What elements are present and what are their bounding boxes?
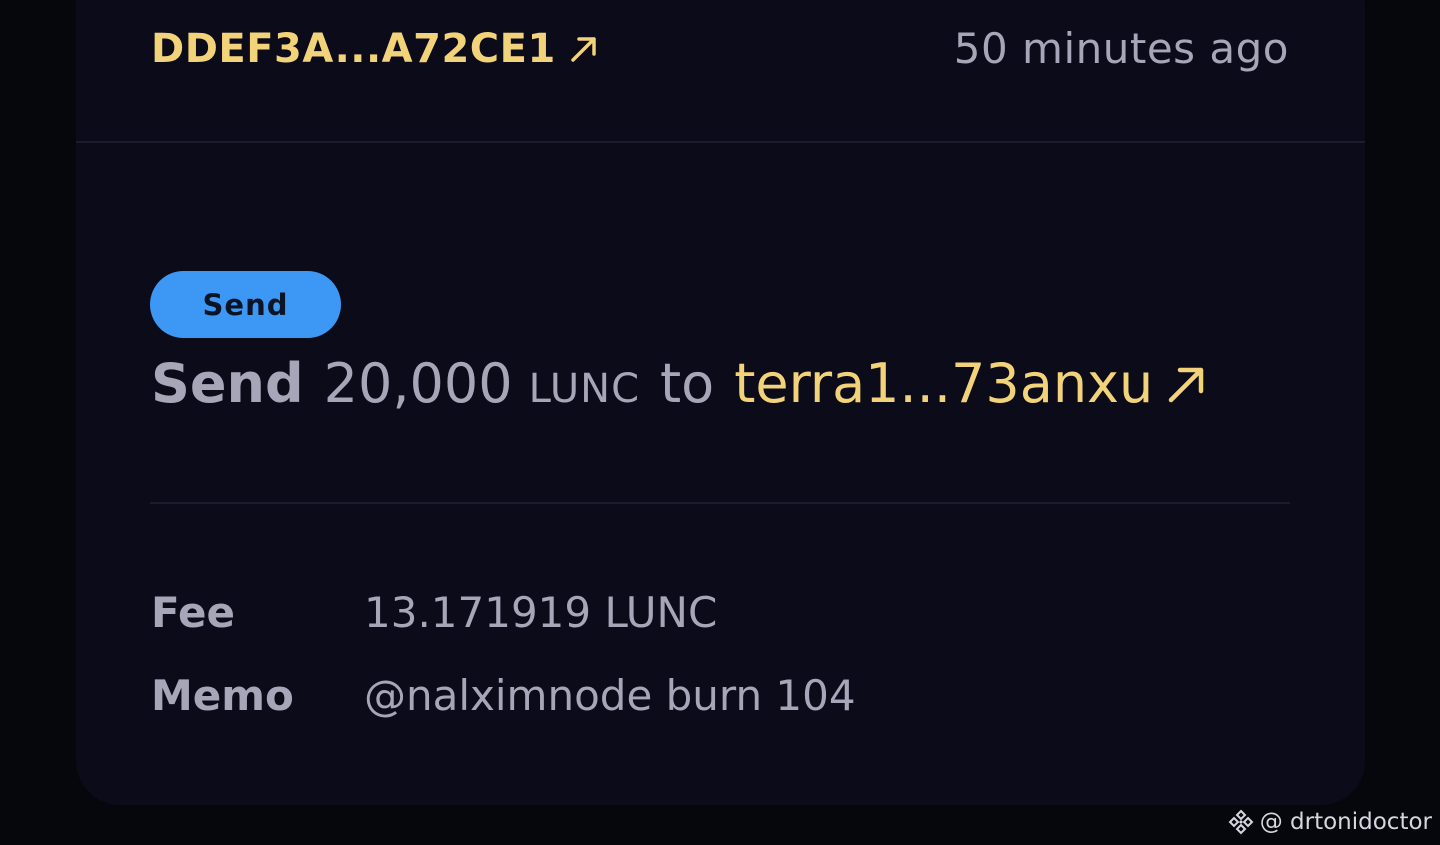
fee-value: 13.171919 LUNC [364,588,718,637]
watermark: @ drtonidoctor [1228,809,1432,835]
external-link-arrow-icon [568,33,600,65]
msg-denom: LUNC [528,366,640,412]
tx-hash-link[interactable]: DDEF3A...A72CE1 [151,26,600,72]
message-summary: Send 20,000 LUNC to terra1...73anxu [151,352,1209,415]
recipient-address: terra1...73anxu [734,352,1154,415]
tx-timestamp: 50 minutes ago [953,24,1289,73]
memo-row: Memo @nalximnode burn 104 [151,671,856,720]
tx-hash: DDEF3A...A72CE1 [151,26,556,72]
memo-label: Memo [151,671,294,720]
memo-value: @nalximnode burn 104 [364,671,856,720]
msg-action: Send [151,352,304,415]
section-divider [150,502,1290,504]
msg-type-badge: Send [150,271,341,338]
recipient-address-link[interactable]: terra1...73anxu [734,352,1209,415]
fee-label: Fee [151,588,235,637]
card-header: DDEF3A...A72CE1 50 minutes ago [76,0,1365,143]
watermark-handle: @ drtonidoctor [1259,809,1432,835]
fee-row: Fee 13.171919 LUNC [151,588,717,637]
transaction-card: DDEF3A...A72CE1 50 minutes ago Send Send… [76,0,1365,805]
msg-amount: 20,000 [323,352,513,415]
external-link-arrow-icon [1165,362,1209,406]
msg-connector: to [660,352,715,415]
binance-logo-icon [1228,809,1254,835]
